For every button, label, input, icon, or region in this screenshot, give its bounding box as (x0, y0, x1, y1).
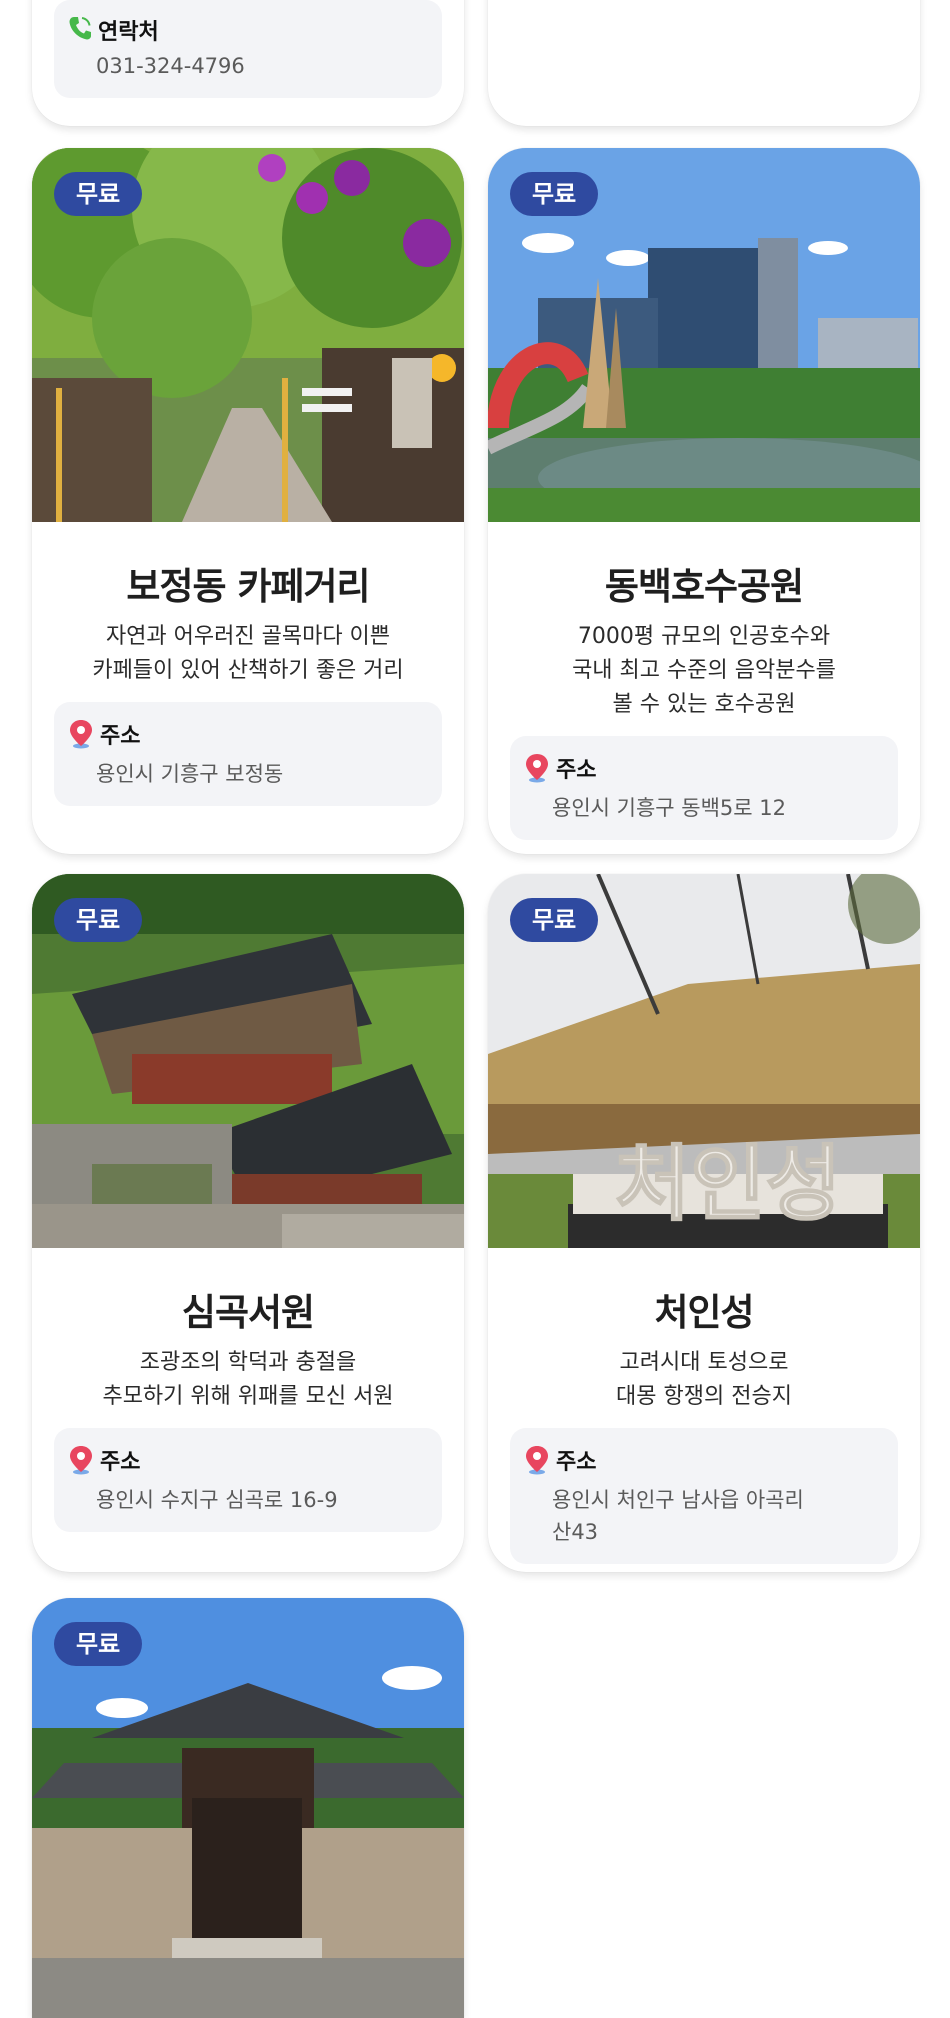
free-badge: 무료 (510, 898, 599, 942)
location-pin-icon (524, 1445, 550, 1475)
phone-icon (68, 15, 92, 45)
location-pin-icon (68, 1445, 94, 1475)
place-card-partial-bottom[interactable]: 무료 (32, 1598, 464, 2018)
location-pin-icon (524, 753, 550, 783)
place-photo: 처인성 무료 (488, 874, 920, 1248)
address-label: 주소 (556, 1450, 597, 1475)
place-photo: 무료 (488, 148, 920, 522)
address-box: 주소 용인시 기흥구 동백5로 12 (510, 736, 898, 840)
address-value: 용인시 기흥구 동백5로 12 (552, 796, 786, 820)
contact-label: 연락처 (98, 20, 159, 45)
place-description: 조광조의 학덕과 충절을 추모하기 위해 위패를 모신 서원 (102, 1350, 394, 1409)
place-photo: 무료 (32, 874, 464, 1248)
photo-sign-text: 처인성 (615, 1137, 841, 1232)
place-card-partial-left[interactable]: 연락처 031-324-4796 (32, 0, 464, 126)
address-box: 주소 용인시 기흥구 보정동 (54, 702, 442, 806)
place-title: 동백호수공원 (604, 565, 804, 608)
place-card-partial-right[interactable] (488, 0, 920, 126)
place-title: 보정동 카페거리 (126, 565, 370, 608)
place-description: 고려시대 토성으로 대몽 항쟁의 전승지 (616, 1350, 792, 1409)
free-badge: 무료 (54, 1622, 143, 1666)
contact-value[interactable]: 031-324-4796 (68, 50, 424, 82)
place-description: 자연과 어우러진 골목마다 이쁜 카페들이 있어 산책하기 좋은 거리 (92, 624, 404, 683)
place-card-cheoinseong[interactable]: 처인성 무료 처인성 고려시대 토성으로 대몽 항쟁의 전승지 주소 용인시 처… (488, 874, 920, 1572)
address-value: 용인시 처인구 남사읍 아곡리 산43 (552, 1488, 804, 1544)
address-label: 주소 (556, 758, 597, 783)
place-description: 7000평 규모의 인공호수와 국내 최고 수준의 음악분수를 볼 수 있는 호… (572, 624, 836, 717)
address-value: 용인시 수지구 심곡로 16-9 (96, 1488, 338, 1512)
place-photo: 무료 (32, 1598, 464, 2018)
place-title: 처인성 (654, 1291, 754, 1334)
free-badge: 무료 (510, 172, 599, 216)
free-badge: 무료 (54, 898, 143, 942)
place-card-bojeong-cafe-street[interactable]: 무료 보정동 카페거리 자연과 어우러진 골목마다 이쁜 카페들이 있어 산책하… (32, 148, 464, 854)
address-box: 주소 용인시 수지구 심곡로 16-9 (54, 1428, 442, 1532)
address-box: 주소 용인시 처인구 남사읍 아곡리 산43 (510, 1428, 898, 1564)
address-label: 주소 (100, 1450, 141, 1475)
address-value: 용인시 기흥구 보정동 (96, 762, 284, 786)
address-label: 주소 (100, 724, 141, 749)
location-pin-icon (68, 719, 94, 749)
place-title: 심곡서원 (181, 1291, 315, 1334)
place-card-dongbaek-lake-park[interactable]: 무료 동백호수공원 7000평 규모의 인공호수와 국내 최고 수준의 음악분수… (488, 148, 920, 854)
place-photo: 무료 (32, 148, 464, 522)
place-card-simgok-seowon[interactable]: 무료 심곡서원 조광조의 학덕과 충절을 추모하기 위해 위패를 모신 서원 주… (32, 874, 464, 1572)
contact-info-box: 연락처 031-324-4796 (54, 0, 442, 98)
free-badge: 무료 (54, 172, 143, 216)
